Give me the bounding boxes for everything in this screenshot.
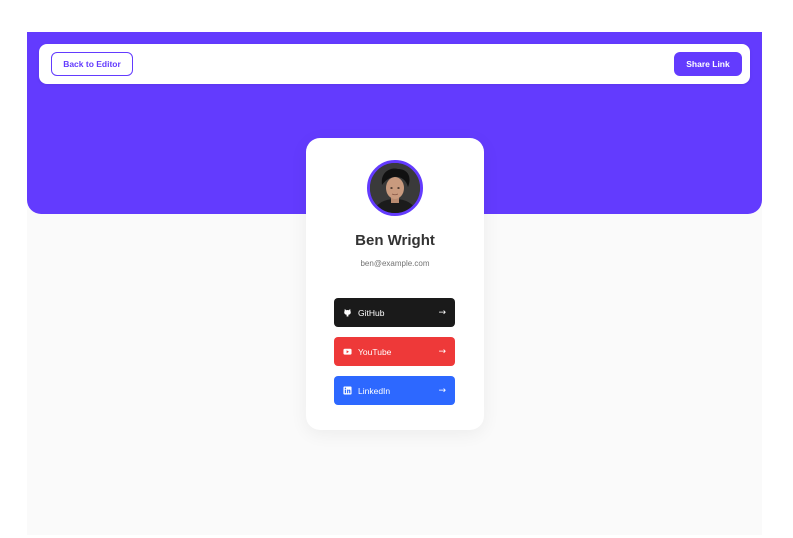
link-label: YouTube [358, 346, 392, 357]
youtube-icon [343, 347, 352, 356]
arrow-right-icon: → [438, 346, 446, 357]
linkedin-icon [343, 386, 352, 395]
profile-email: ben@example.com [360, 259, 430, 268]
github-icon [343, 308, 352, 317]
arrow-right-icon: → [438, 385, 446, 396]
profile-name: Ben Wright [355, 232, 435, 249]
link-github[interactable]: GitHub → [334, 298, 455, 327]
avatar [367, 160, 423, 216]
link-label: GitHub [358, 307, 385, 318]
profile-card: Ben Wright ben@example.com GitHub → YouT… [306, 138, 484, 430]
preview-header: Back to Editor Share Link [39, 44, 750, 84]
avatar-photo [370, 163, 420, 213]
preview-page: Back to Editor Share Link Ben Wright ben… [0, 0, 793, 538]
link-label: LinkedIn [358, 385, 391, 396]
share-link-button[interactable]: Share Link [674, 52, 742, 76]
arrow-right-icon: → [438, 307, 446, 318]
link-linkedin[interactable]: LinkedIn → [334, 376, 455, 405]
back-to-editor-button[interactable]: Back to Editor [51, 52, 133, 76]
link-youtube[interactable]: YouTube → [334, 337, 455, 366]
